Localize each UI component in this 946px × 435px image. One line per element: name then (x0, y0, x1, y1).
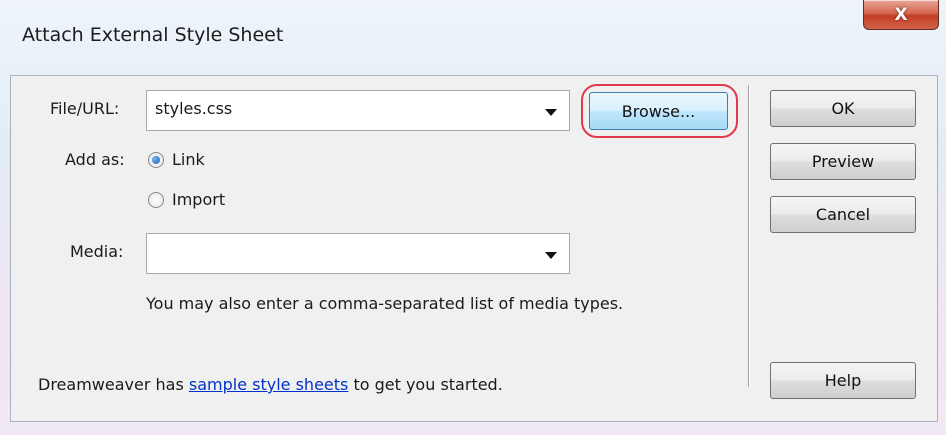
help-button[interactable]: Help (770, 362, 916, 399)
browse-button[interactable]: Browse... (589, 92, 728, 130)
dialog-title: Attach External Style Sheet (22, 24, 284, 46)
preview-button-label: Preview (811, 152, 875, 171)
preview-button[interactable]: Preview (770, 143, 916, 180)
help-button-label: Help (824, 371, 862, 390)
radio-import-label[interactable]: Import (172, 190, 225, 209)
close-icon: X (894, 4, 908, 25)
file-url-label: File/URL: (50, 99, 120, 118)
ok-button-label: OK (831, 99, 855, 118)
media-combobox[interactable] (146, 233, 570, 274)
ok-button[interactable]: OK (770, 90, 916, 127)
attach-style-sheet-dialog: Attach External Style Sheet X File/URL: … (0, 0, 946, 435)
file-url-value: styles.css (155, 99, 233, 118)
radio-link[interactable] (148, 152, 164, 168)
chevron-down-icon[interactable] (545, 252, 557, 259)
sample-style-sheets-link[interactable]: sample style sheets (189, 375, 348, 394)
cancel-button[interactable]: Cancel (770, 196, 916, 233)
footer-text: Dreamweaver has sample style sheets to g… (38, 375, 503, 394)
file-url-combobox[interactable]: styles.css (146, 90, 570, 131)
media-label: Media: (70, 242, 124, 261)
vertical-divider (748, 85, 749, 387)
media-hint: You may also enter a comma-separated lis… (146, 294, 624, 313)
cancel-button-label: Cancel (815, 205, 871, 224)
add-as-label: Add as: (65, 150, 125, 169)
footer-prefix: Dreamweaver has (38, 375, 184, 394)
radio-import[interactable] (148, 192, 164, 208)
chevron-down-icon[interactable] (545, 109, 557, 116)
close-button[interactable]: X (863, 0, 939, 30)
title-bar[interactable]: Attach External Style Sheet X (0, 0, 946, 74)
radio-link-label[interactable]: Link (172, 150, 205, 169)
browse-button-label: Browse... (621, 101, 696, 121)
footer-suffix: to get you started. (353, 375, 503, 394)
